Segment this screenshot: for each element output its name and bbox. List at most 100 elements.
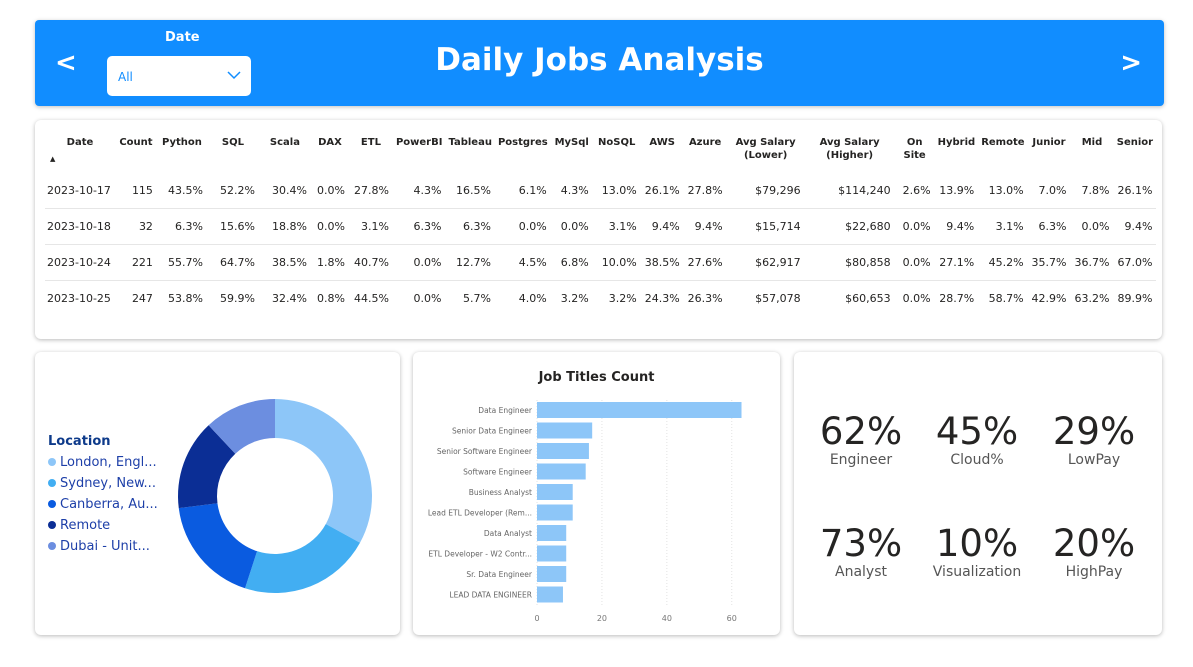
column-header-label: Python: [161, 137, 202, 148]
column-header[interactable]: Azure: [684, 130, 727, 173]
table-cell: 16.5%: [445, 173, 495, 209]
y-category-label: Data Engineer: [478, 406, 533, 415]
column-header[interactable]: SQL: [207, 130, 259, 173]
kpi-label: LowPay: [1067, 452, 1121, 468]
column-header-label: On Site: [903, 137, 926, 161]
bar[interactable]: [537, 566, 567, 582]
table-cell: 5.7%: [463, 292, 491, 305]
legend-title: Location: [48, 434, 111, 449]
legend-item[interactable]: Sydney, New...: [48, 473, 158, 494]
table-cell: 27.6%: [683, 244, 727, 281]
table-cell: 1.8%: [310, 244, 349, 281]
kpi-label: Engineer: [829, 452, 893, 468]
bar[interactable]: [537, 402, 742, 418]
table-cell: 55.7%: [156, 244, 207, 281]
table-cell: 24.3%: [644, 292, 680, 305]
table-row[interactable]: 2023-10-18 32 6.3% 15.6% 18.8% 0.0% 3.1% 6.3% 6.…: [45, 208, 1157, 245]
table-row[interactable]: 2023-10-17 115 43.5% 52.2% 30.4% 0.0% 27.8% 4.3…: [45, 173, 1157, 209]
column-header[interactable]: Remote: [978, 130, 1027, 173]
table-row[interactable]: 2023-10-24 221 55.7% 64.7% 38.5% 1.8% 40.7% 0.0…: [45, 244, 1157, 281]
x-tick-label: 0: [534, 614, 539, 623]
table-cell: 2023-10-24: [45, 244, 115, 281]
table-cell: 3.2%: [560, 292, 589, 305]
next-page-button[interactable]: >: [1120, 50, 1142, 76]
donut-slice[interactable]: [245, 523, 361, 593]
table-cell: 42.9%: [1031, 292, 1067, 305]
column-header-label: Tableau: [448, 137, 492, 148]
table-cell: 4.5%: [494, 244, 551, 281]
bar[interactable]: [537, 443, 589, 459]
sort-ascending-icon[interactable]: ▲: [48, 153, 112, 166]
column-header-label: Avg Salary (Higher): [819, 137, 880, 161]
legend-label: London, Engl...: [60, 455, 157, 470]
x-tick-label: 60: [727, 614, 737, 623]
bar[interactable]: [537, 586, 563, 603]
table-cell: 4.3%: [550, 173, 593, 209]
table-cell: 6.8%: [550, 244, 593, 281]
column-header[interactable]: MySql: [551, 130, 593, 173]
kpi-value: 45%: [935, 410, 1019, 453]
column-header[interactable]: Count: [115, 130, 157, 173]
y-category-label: Business Analyst: [469, 488, 532, 497]
column-header[interactable]: ETL: [349, 130, 393, 173]
table-cell: 0.0%: [413, 292, 442, 305]
column-header-label: Junior: [1032, 137, 1066, 148]
bar[interactable]: [537, 504, 573, 521]
column-header-label: MySql: [554, 137, 589, 148]
table-cell: 52.2%: [206, 173, 259, 209]
table-cell: 27.1%: [934, 244, 979, 281]
table-cell: 0.0%: [392, 244, 446, 281]
legend-item[interactable]: London, Engl...: [48, 452, 158, 473]
column-header[interactable]: DAX: [311, 130, 349, 173]
bar[interactable]: [537, 422, 593, 439]
y-category-label: Sr. Data Engineer: [466, 570, 533, 579]
column-header[interactable]: Avg Salary (Higher): [805, 130, 895, 173]
table-cell: 63.2%: [1074, 292, 1110, 305]
column-header[interactable]: On Site: [895, 130, 935, 173]
column-header-label: Date: [66, 137, 94, 148]
table-row[interactable]: 2023-10-25 247 53.8% 59.9% 32.4% 0.8% 44.5% 0.0…: [45, 281, 1156, 317]
column-header[interactable]: Date ▲: [45, 130, 115, 173]
table-cell: 2023-10-18: [45, 208, 115, 245]
table-cell: $79,296: [726, 173, 805, 209]
column-header-label: Hybrid: [937, 137, 976, 148]
table-cell: $22,680: [804, 208, 895, 245]
kpi-value: 20%: [1052, 522, 1136, 565]
legend-item[interactable]: Canberra, Au...: [48, 494, 158, 515]
table-cell: $57,078: [755, 292, 801, 305]
legend-item[interactable]: Dubai - Unit...: [48, 536, 158, 557]
bar[interactable]: [537, 545, 567, 562]
column-header[interactable]: Junior: [1028, 130, 1071, 173]
column-header[interactable]: Avg Salary (Lower): [727, 130, 805, 173]
kpi-value: 62%: [819, 410, 903, 453]
donut-slice[interactable]: [275, 399, 372, 543]
donut-slice[interactable]: [178, 503, 258, 589]
table-cell: 6.3%: [1027, 208, 1071, 245]
location-donut-chart[interactable]: [165, 386, 385, 606]
column-header[interactable]: NoSQL: [593, 130, 641, 173]
column-header[interactable]: Tableau: [445, 130, 495, 173]
table-cell: 40.7%: [348, 244, 393, 281]
table-cell: 27.8%: [683, 173, 727, 209]
bar[interactable]: [537, 463, 586, 480]
table-cell: 6.3%: [392, 208, 446, 245]
table-cell: 115: [114, 173, 157, 209]
column-header[interactable]: AWS: [641, 130, 684, 173]
column-header[interactable]: Python: [157, 130, 207, 173]
column-header[interactable]: Mid: [1071, 130, 1114, 173]
table-cell: 9.4%: [1113, 208, 1157, 245]
legend-item[interactable]: Remote: [48, 515, 158, 536]
table-cell: 12.7%: [445, 244, 495, 281]
bar[interactable]: [537, 484, 573, 500]
column-header[interactable]: Hybrid: [935, 130, 979, 173]
table-cell: 53.8%: [167, 292, 203, 305]
column-header[interactable]: PowerBI: [393, 130, 446, 173]
column-header[interactable]: Postgres: [495, 130, 551, 173]
bar[interactable]: [537, 525, 567, 541]
table-cell: 15.6%: [206, 208, 259, 245]
table-cell: 2023-10-25: [47, 292, 111, 305]
table-cell: 36.7%: [1070, 244, 1114, 281]
column-header[interactable]: Scala: [259, 130, 311, 173]
column-header[interactable]: Senior: [1113, 130, 1156, 173]
table-cell: 26.3%: [687, 292, 723, 305]
